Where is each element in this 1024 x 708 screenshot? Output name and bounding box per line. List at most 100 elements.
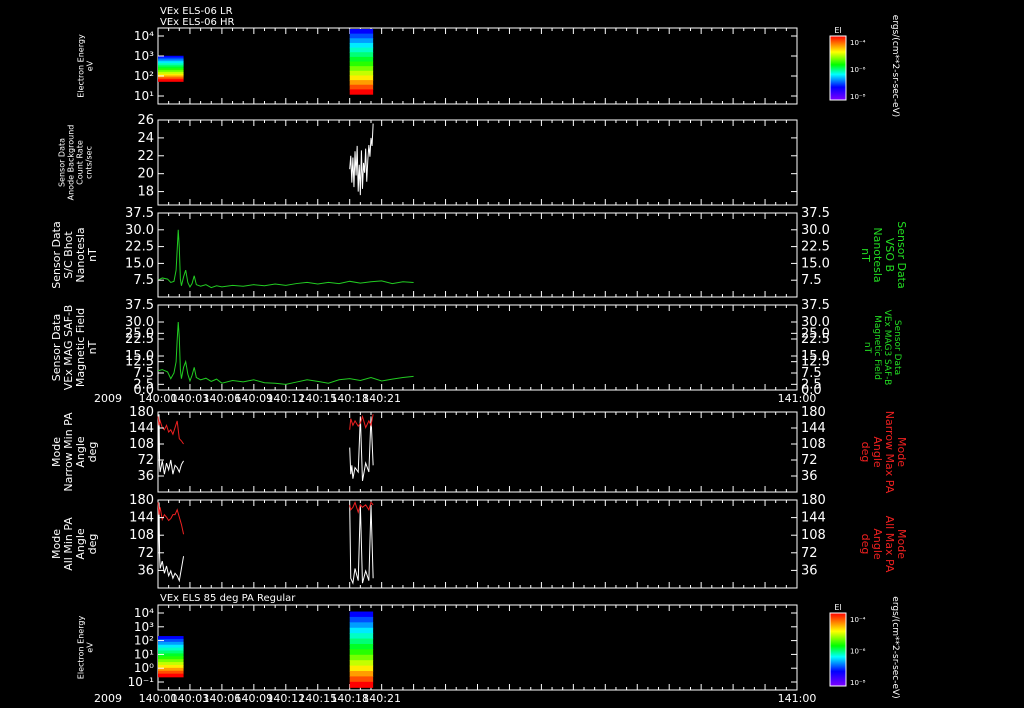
y-tick-label-0: 10⁴ [134,29,154,43]
ylabel-1: Sensor Data Anode Background Count Rate cnt… [58,125,94,201]
panel-frame-4 [157,411,798,493]
y-tick-label-right-5: 108 [801,528,826,543]
heatmap-band-0-1 [349,89,374,95]
y-tick-label-3: 15.0 [125,349,154,364]
panel-title-6: VEx ELS 85 deg PA Regular [160,593,296,604]
right-label-4: ModeNarrow Max PAAngledeg [859,411,908,494]
y-tick-label-right-4: 36 [801,469,818,484]
ylabel-3: Sensor Data VEx MAG SAF-B Magnetic Field nT [50,305,99,391]
time-axis-year-0: 2009 [94,392,122,405]
colorbar-unit-label-0: ergs/(cm**2-sr-sec-eV) [890,15,900,117]
y-tick-label-5: 108 [129,528,154,543]
y-tick-label-1: 18 [137,185,154,200]
ylabel-0-line: eV [86,60,95,71]
y-tick-label-right-4: 108 [801,437,826,452]
heatmap-band-0-1 [349,84,374,91]
ylabel-6: Electron Energy eV [77,616,95,680]
series-line-5-0 [157,502,185,583]
ylabel-6-line: Electron Energy [77,616,86,680]
heatmap-band-6-1 [349,611,374,618]
y-tick-label-0: 10³ [134,49,154,63]
colorbar-title-6: El [834,603,841,612]
heatmap-band-6-1 [349,627,374,634]
panel-frame-0 [157,27,798,105]
y-tick-label-2: 7.5 [133,273,154,288]
time-axis-label-0-8: 141:00 [778,392,817,405]
y-tick-label-right-2: 15.0 [801,256,830,271]
series-line-5-1 [349,504,374,585]
heatmap-band-6-1 [349,616,374,623]
heatmap-band-6-1 [349,654,374,661]
multi-panel-time-series-chart: 10⁴10³10²10¹Electron Energy eVVEx ELS-06 … [50,6,908,705]
ylabel-1-line: cnts/sec [85,146,94,179]
heatmap-band-0-1 [349,61,374,67]
ylabel-6-line: eV [86,642,95,653]
y-tick-label-right-2: 37.5 [801,206,830,221]
y-tick-label-1: 20 [137,167,154,182]
y-tick-label-5: 180 [129,493,154,508]
y-tick-label-right-5: 36 [801,563,818,578]
y-tick-label-1: 26 [137,113,154,128]
right-label-2-line: nT [859,248,872,262]
heatmap-band-0-1 [349,75,374,81]
heatmap-band-6-1 [349,660,374,667]
y-tick-label-6: 10⁴ [134,606,154,620]
y-tick-label-6: 10¹ [134,647,154,661]
right-label-4-line: deg [859,442,872,463]
heatmap-band-6-1 [349,676,374,683]
y-tick-label-right-5: 72 [801,546,818,561]
panel-frame-5 [157,499,798,589]
heatmap-band-0-0 [158,79,184,82]
y-tick-label-6: 10⁰ [134,661,154,675]
ylabel-1-line: Sensor Data [58,138,67,187]
series-line-4-1 [349,414,374,430]
heatmap-band-0-1 [349,52,374,58]
right-label-3-line: Magnetic Field [872,315,882,380]
colorbar-tick-6: 10⁻⁴ [850,616,866,624]
ylabel-1-line: Count Rate [76,140,85,185]
heatmap-band-6-1 [349,643,374,650]
heatmap-band-0-1 [349,29,374,35]
y-tick-label-2: 37.5 [125,206,154,221]
ylabel-5: Mode All Min PA Angle deg [50,517,99,571]
panel-title-0: VEx ELS-06 LR [160,6,233,17]
y-tick-label-right-2: 7.5 [801,273,822,288]
ylabel-2: Sensor Data S/C Bhot Nanotesla nT [50,221,99,288]
heatmap-band-0-1 [349,66,374,72]
y-tick-label-3: 30.0 [125,315,154,330]
series-line-4-1 [349,416,374,481]
series-line-2-0 [157,229,414,289]
heatmap-band-0-1 [349,42,374,49]
y-tick-label-3: 37.5 [125,298,154,313]
heatmap-band-6-0 [158,673,184,678]
y-tick-label-right-3: 37.5 [801,298,830,313]
y-tick-label-6: 10⁻¹ [128,675,155,689]
heatmap-band-6-1 [349,681,374,688]
colorbar-tick-0: 10⁻⁶ [850,66,866,74]
y-tick-label-right-3: 15.0 [801,349,830,364]
time-axis-label-0-7: 140:21 [362,392,401,405]
y-tick-label-4: 144 [129,421,154,436]
colorbar-tick-0: 10⁻⁴ [850,39,866,47]
y-tick-label-5: 36 [137,563,154,578]
heatmap-band-0-1 [349,38,374,44]
heatmap-band-6-1 [349,633,374,640]
series-line-4-0 [157,416,184,445]
y-tick-label-0: 10² [134,69,154,83]
heatmap-band-6-1 [349,638,374,645]
ylabel-3-line: nT [86,340,99,354]
y-tick-label-right-2: 30.0 [801,223,830,238]
ylabel-5-line: deg [86,534,99,555]
colorbar-title-0: El [834,26,841,35]
y-tick-label-right-4: 180 [801,405,826,420]
panel-frame-1 [157,119,798,206]
panel-frame-3 [157,304,798,391]
y-tick-label-6: 10³ [134,620,154,634]
colorbar-unit-label-0-line: ergs/(cm**2-sr-sec-eV) [890,15,900,117]
y-tick-label-right-4: 144 [801,421,826,436]
y-tick-label-4: 108 [129,437,154,452]
series-line-5-0 [157,502,185,535]
y-tick-label-5: 144 [129,511,154,526]
ylabel-1-line: Anode Background [67,125,76,201]
colorbar-tick-6: 10⁻⁸ [850,679,866,687]
